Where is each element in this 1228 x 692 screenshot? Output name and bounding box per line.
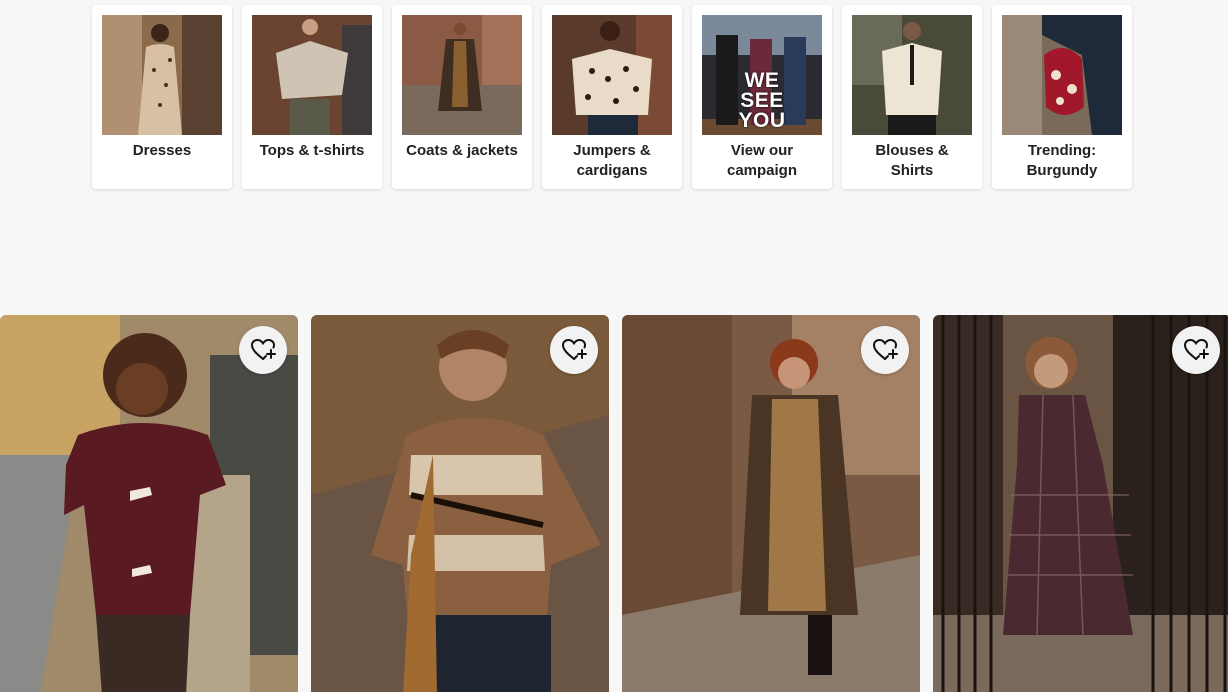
add-to-favourites-button[interactable] xyxy=(239,326,287,374)
category-image-coats xyxy=(402,15,522,135)
heart-plus-icon xyxy=(872,338,898,360)
category-image-trending-burgundy xyxy=(1002,15,1122,135)
product-card[interactable] xyxy=(622,315,920,692)
category-image-jumpers xyxy=(552,15,672,135)
category-tile-dresses[interactable]: Dresses xyxy=(92,5,232,189)
category-tile-tops[interactable]: Tops & t-shirts xyxy=(242,5,382,189)
product-card[interactable] xyxy=(311,315,609,692)
heart-plus-icon xyxy=(561,338,587,360)
campaign-image-text-3: YOU xyxy=(738,109,786,132)
product-card[interactable] xyxy=(0,315,298,692)
category-label: Jumpers & cardigans xyxy=(573,142,651,179)
category-label: Coats & jackets xyxy=(406,142,518,159)
product-image xyxy=(933,315,1228,692)
category-tile-jumpers[interactable]: Jumpers & cardigans xyxy=(542,5,682,189)
category-label: Tops & t-shirts xyxy=(259,142,365,159)
category-image-blouses xyxy=(852,15,972,135)
category-label: Dresses xyxy=(132,142,192,159)
campaign-image-text-1: WE xyxy=(744,69,780,92)
category-tile-blouses[interactable]: Blouses & Shirts xyxy=(842,5,982,189)
category-label: View our campaign xyxy=(726,142,798,179)
product-grid xyxy=(0,315,1228,692)
add-to-favourites-button[interactable] xyxy=(861,326,909,374)
add-to-favourites-button[interactable] xyxy=(1172,326,1220,374)
category-image-dresses xyxy=(102,15,222,135)
category-image-tops xyxy=(252,15,372,135)
category-tile-campaign[interactable]: WE SEE YOU View our campaign xyxy=(692,5,832,189)
category-label: Trending: Burgundy xyxy=(1026,142,1098,179)
add-to-favourites-button[interactable] xyxy=(550,326,598,374)
category-label: Blouses & Shirts xyxy=(875,142,949,179)
heart-plus-icon xyxy=(1183,338,1209,360)
category-tile-coats[interactable]: Coats & jackets xyxy=(392,5,532,189)
category-image-campaign: WE SEE YOU xyxy=(702,15,822,135)
page: Dresses Tops & t-shirts Coats & jackets … xyxy=(0,0,1228,692)
campaign-image-text-2: SEE xyxy=(740,89,784,112)
category-carousel: Dresses Tops & t-shirts Coats & jackets … xyxy=(92,5,1132,189)
product-card[interactable] xyxy=(933,315,1228,692)
heart-plus-icon xyxy=(250,338,276,360)
category-tile-trending-burgundy[interactable]: Trending: Burgundy xyxy=(992,5,1132,189)
